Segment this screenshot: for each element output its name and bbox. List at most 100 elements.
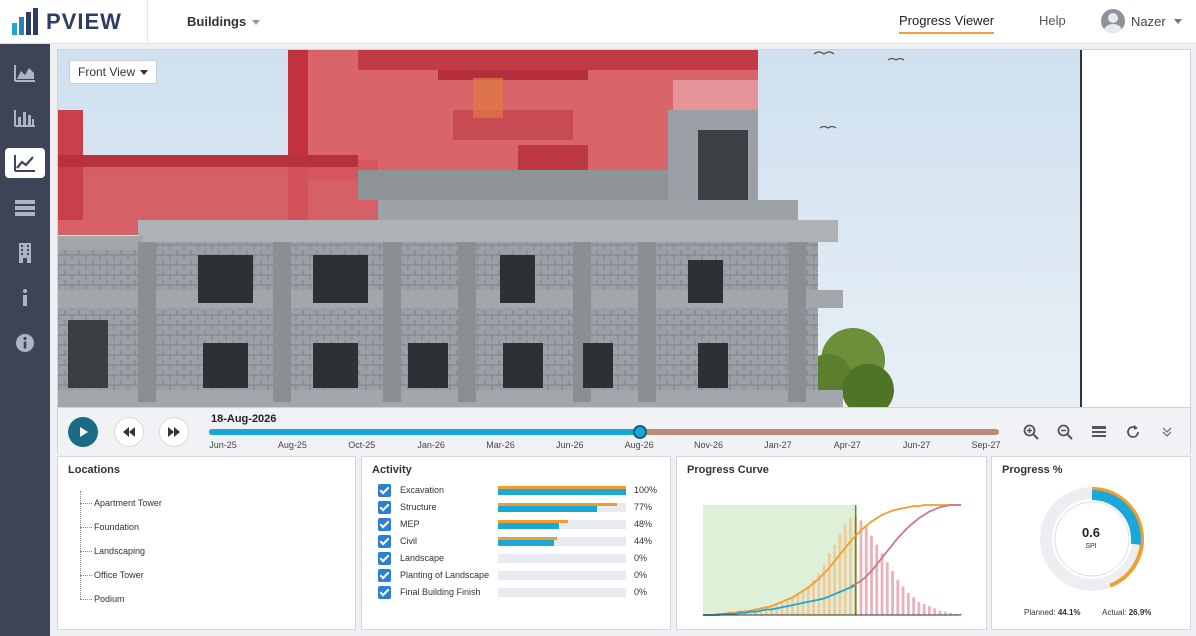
zoom-out-icon (1057, 424, 1073, 440)
activity-actual-fill (498, 506, 597, 512)
activity-progress-bar (498, 486, 626, 495)
settings-list-button[interactable] (1090, 423, 1108, 441)
curve-bar (906, 593, 910, 615)
activity-row: Final Building Finish 0% (378, 585, 674, 602)
elapsed-region (703, 505, 856, 615)
activity-percent: 48% (634, 519, 653, 529)
chevron-down-icon (1173, 18, 1182, 24)
building-icon (19, 243, 31, 263)
curve-bar (870, 535, 873, 615)
planned-readout: Planned: 44.1% (1024, 608, 1081, 617)
activity-checkbox[interactable] (378, 552, 391, 565)
locations-title: Locations (68, 464, 120, 476)
location-tree-item[interactable]: Podium (80, 587, 162, 611)
refresh-icon (1127, 425, 1139, 438)
location-tree-item[interactable]: Foundation (80, 515, 162, 539)
buildings-dropdown[interactable]: Buildings (187, 14, 261, 29)
timeline-tick-label: Aug-25 (277, 440, 307, 450)
avatar (1101, 9, 1125, 33)
activity-row: Civil 44% (378, 534, 674, 551)
curve-bar (843, 524, 847, 615)
activity-checkbox[interactable] (378, 586, 391, 599)
list-settings-icon (1092, 426, 1106, 437)
model-viewer[interactable]: Front View (57, 49, 1191, 408)
activity-actual-fill (498, 540, 555, 546)
activity-panel: Activity Excavation 100% Structure 77% MEP 48… (361, 456, 671, 630)
play-button[interactable] (68, 417, 98, 447)
timeline-tick-label: Oct-25 (348, 440, 376, 450)
timeline-tick-label: Sep-27 (971, 440, 1001, 450)
activity-checkbox[interactable] (378, 501, 391, 514)
activity-percent: 100% (634, 485, 658, 495)
progress-curve-panel: Progress Curve (676, 456, 987, 630)
activity-name: Planting of Landscape (400, 570, 490, 580)
sidebar-item-line-chart[interactable] (5, 148, 45, 178)
location-tree-item[interactable]: Apartment Tower (80, 491, 162, 515)
curve-bar (912, 597, 916, 615)
timeline-current-date: 18-Aug-2026 (211, 413, 277, 425)
curve-bar (922, 604, 926, 615)
curve-bar (891, 571, 894, 615)
activity-actual-fill (498, 523, 560, 529)
sidebar-item-area-chart[interactable] (5, 58, 45, 88)
sidebar-item-list[interactable] (5, 193, 45, 223)
activity-title: Activity (372, 464, 412, 476)
zoom-in-button[interactable] (1022, 423, 1040, 441)
activity-name: MEP (400, 519, 420, 529)
rewind-button[interactable] (114, 417, 144, 447)
timeline-handle[interactable] (632, 425, 647, 439)
curve-bar (849, 518, 852, 615)
buildings-label: Buildings (187, 14, 247, 29)
timeline-tick-label: Jun-26 (556, 440, 584, 450)
activity-checkbox[interactable] (378, 569, 391, 582)
info-circle-icon (16, 334, 34, 352)
timeline-tick-label: Jan-27 (764, 440, 792, 450)
curve-bar (885, 562, 889, 615)
chevron-down-icon (140, 70, 149, 76)
curve-bar (917, 601, 921, 615)
activity-percent: 0% (634, 553, 648, 563)
locations-tree: Apartment Tower Foundation Landscaping Offi… (80, 491, 162, 611)
building-model-view (58, 50, 1190, 407)
timeline-tick-label: Apr-27 (833, 440, 861, 450)
sidebar-item-building[interactable] (5, 238, 45, 268)
user-name: Nazer (1131, 13, 1166, 29)
sidebar-item-about[interactable] (5, 328, 45, 358)
planned-label: Planned: (1024, 608, 1056, 617)
refresh-button[interactable] (1124, 423, 1142, 441)
timeline-tick-label: Jun-25 (209, 440, 237, 450)
activity-checkbox[interactable] (378, 518, 391, 531)
nav-progress-viewer[interactable]: Progress Viewer (899, 13, 995, 34)
sidebar-item-bar-chart[interactable] (5, 103, 45, 133)
sidebar-item-info[interactable] (5, 283, 45, 313)
view-mode-dropdown[interactable]: Front View (69, 60, 158, 84)
activity-progress-bar (498, 520, 626, 529)
activity-row: Landscape 0% (378, 551, 674, 568)
nav-help[interactable]: Help (1039, 13, 1066, 28)
zoom-in-icon (1023, 424, 1039, 440)
curve-bar (901, 586, 905, 615)
bar-chart-icon (14, 110, 35, 127)
location-tree-item[interactable]: Landscaping (80, 539, 162, 563)
activity-progress-bar (498, 537, 626, 546)
user-menu[interactable]: Nazer (1101, 9, 1182, 33)
curve-bar (864, 527, 868, 615)
curve-bar (933, 608, 937, 615)
activity-name: Structure (400, 502, 437, 512)
timeline-elapsed (209, 429, 640, 435)
activity-name: Civil (400, 536, 417, 546)
zoom-out-button[interactable] (1056, 423, 1074, 441)
brand-name: PVIEW (46, 9, 122, 34)
timeline-slider[interactable] (209, 425, 999, 439)
fast-forward-button[interactable] (159, 417, 189, 447)
activity-name: Landscape (400, 553, 445, 563)
location-tree-item[interactable]: Office Tower (80, 563, 162, 587)
chevron-down-icon (252, 20, 261, 26)
timeline-bar: 18-Aug-2026 Jun-25 Aug-25 Oct-25 Jan-26 Mar-… (57, 409, 1191, 454)
activity-checkbox[interactable] (378, 535, 391, 548)
activity-progress-bar (498, 588, 626, 597)
collapse-button[interactable] (1158, 423, 1176, 441)
activity-checkbox[interactable] (378, 484, 391, 497)
curve-bar (838, 533, 842, 615)
brand-logo[interactable]: PVIEW (0, 0, 148, 44)
